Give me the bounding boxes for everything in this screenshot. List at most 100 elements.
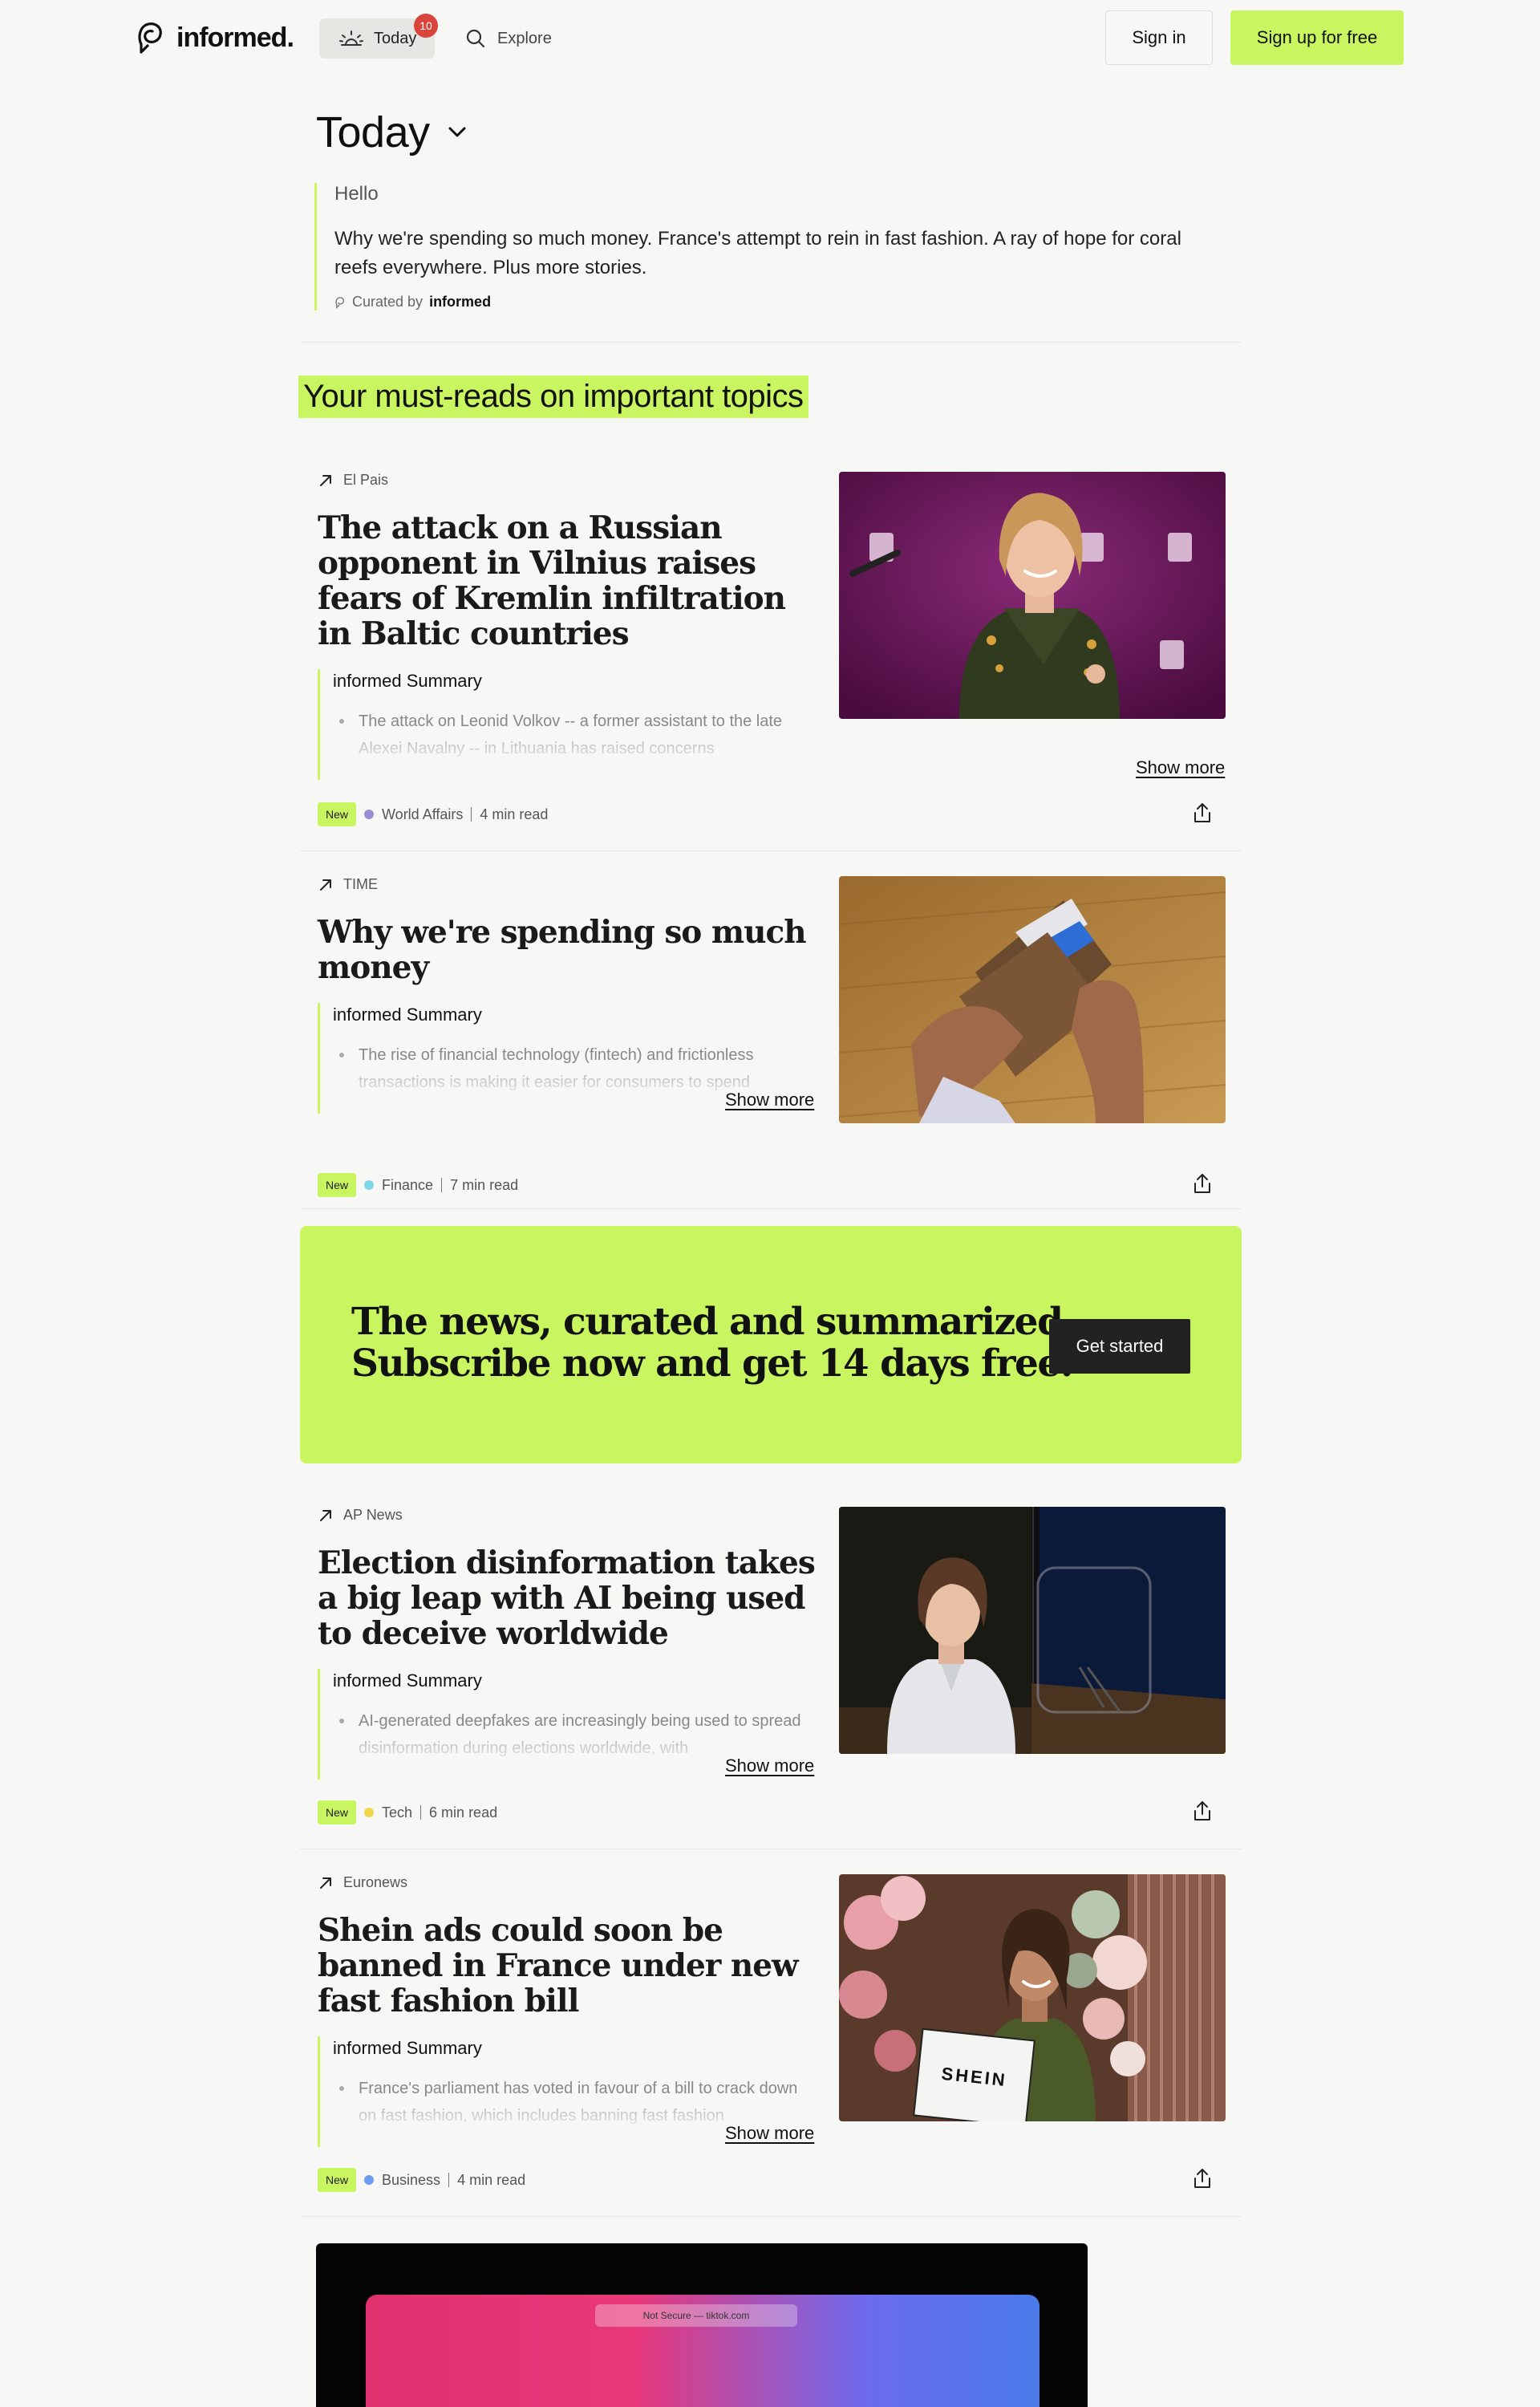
article-source[interactable]: El Pais: [318, 472, 388, 489]
nav-explore[interactable]: Explore: [465, 18, 552, 59]
meta-separator: [471, 807, 472, 822]
subscribe-banner: The news, curated and summarized. Subscr…: [300, 1226, 1242, 1463]
summary-title: informed Summary: [333, 1670, 482, 1691]
share-icon[interactable]: [1190, 801, 1214, 825]
logo-icon: [138, 22, 162, 54]
article-meta: New World Affairs 4 min read: [318, 802, 548, 826]
new-badge: New: [318, 1800, 357, 1825]
category-dot: [364, 1180, 375, 1190]
section-title: Your must-reads on important topics: [298, 375, 808, 418]
read-time: 6 min read: [429, 1804, 498, 1820]
new-badge: New: [318, 2168, 357, 2192]
summary-title: informed Summary: [333, 671, 482, 691]
greeting: Hello: [334, 183, 379, 205]
curated-prefix: Curated by: [352, 294, 424, 310]
subscribe-headline: The news, curated and summarized. Subscr…: [351, 1300, 1076, 1386]
divider: [300, 850, 1242, 851]
new-badge: New: [318, 802, 357, 826]
summary-text: The rise of financial technology (fintec…: [333, 1041, 815, 1096]
show-more-link[interactable]: Show more: [725, 2123, 814, 2144]
share-icon[interactable]: [1190, 1799, 1214, 1823]
article-headline[interactable]: Shein ads could soon be banned in France…: [318, 1913, 815, 2019]
top-nav: informed. Today 10 Explore Sign in Sign …: [0, 0, 1540, 75]
read-time: 4 min read: [480, 806, 549, 822]
address-bar: Not Secure — tiktok.com: [595, 2304, 797, 2327]
logo-text: informed.: [176, 22, 294, 53]
show-more-link[interactable]: Show more: [1136, 757, 1225, 778]
category-dot: [364, 810, 375, 819]
article-image[interactable]: [839, 472, 1226, 719]
sunrise-icon: [339, 30, 363, 46]
article-meta: New Finance 7 min read: [318, 1173, 518, 1197]
show-more-link[interactable]: Show more: [725, 1090, 814, 1110]
summary-text: The attack on Leonid Volkov -- a former …: [333, 708, 815, 762]
read-time: 4 min read: [457, 2171, 526, 2188]
logo-mini-icon: [335, 296, 344, 309]
get-started-button[interactable]: Get started: [1049, 1319, 1190, 1374]
curated-brand: informed: [429, 294, 492, 310]
subscribe-line-2: Subscribe now and get 14 days free.: [351, 1342, 1073, 1386]
divider: [300, 2216, 1242, 2217]
article-card[interactable]: AP News Election disinformation takes a …: [300, 1507, 1242, 1828]
read-time: 7 min read: [450, 1176, 519, 1193]
page-title[interactable]: Today: [316, 108, 467, 157]
article-card[interactable]: El Pais The attack on a Russian opponent…: [300, 472, 1242, 849]
sign-up-button[interactable]: Sign up for free: [1230, 10, 1404, 65]
article-card[interactable]: Euronews Shein ads could soon be banned …: [300, 1874, 1242, 2211]
notification-badge: 10: [414, 14, 438, 38]
category-dot: [364, 2175, 375, 2185]
daily-intro: Hello Why we're spending so much money. …: [314, 183, 1213, 311]
nav-explore-label: Explore: [497, 29, 552, 47]
search-icon: [466, 29, 485, 48]
show-more-link[interactable]: Show more: [725, 1756, 814, 1776]
divider: [300, 342, 1242, 343]
article-image[interactable]: Not Secure — tiktok.com: [316, 2243, 1088, 2407]
nav-today[interactable]: Today 10: [319, 14, 438, 59]
summary-title: informed Summary: [333, 2038, 482, 2058]
category-label[interactable]: World Affairs: [382, 806, 463, 823]
article-image[interactable]: [839, 1507, 1226, 1754]
subscribe-line-1: The news, curated and summarized.: [351, 1300, 1076, 1344]
intro-summary: Why we're spending so much money. France…: [334, 228, 1181, 278]
logo[interactable]: informed.: [135, 20, 294, 55]
summary-text: France's parliament has voted in favour …: [333, 2075, 815, 2129]
source-name: Euronews: [343, 1874, 408, 1890]
external-link-arrow-icon: [320, 474, 331, 486]
article-headline[interactable]: Why we're spending so much money: [318, 915, 815, 985]
article-headline[interactable]: The attack on a Russian opponent in Viln…: [318, 510, 815, 651]
external-link-arrow-icon: [320, 1509, 331, 1521]
article-image[interactable]: SHEIN: [839, 1874, 1226, 2121]
divider: [300, 1208, 1242, 1209]
summary-title: informed Summary: [333, 1005, 482, 1025]
article-headline[interactable]: Election disinformation takes a big leap…: [318, 1545, 816, 1651]
article-source[interactable]: TIME: [318, 876, 378, 893]
article-summary: informed Summary The attack on Leonid Vo…: [318, 669, 815, 780]
share-icon[interactable]: [1190, 2166, 1214, 2190]
article-source[interactable]: AP News: [318, 1507, 403, 1524]
source-name: El Pais: [343, 472, 389, 488]
screen-preview: Not Secure — tiktok.com: [366, 2295, 1040, 2407]
page-title-text: Today: [316, 108, 430, 156]
external-link-arrow-icon: [320, 879, 331, 891]
sign-in-button[interactable]: Sign in: [1105, 10, 1213, 65]
category-label[interactable]: Tech: [382, 1804, 412, 1821]
share-icon[interactable]: [1190, 1171, 1214, 1195]
new-badge: New: [318, 1173, 357, 1197]
category-label[interactable]: Business: [382, 2172, 440, 2189]
meta-separator: [448, 2173, 450, 2187]
article-image[interactable]: [839, 876, 1226, 1123]
article-meta: New Tech 6 min read: [318, 1800, 497, 1825]
summary-text: AI-generated deepfakes are increasingly …: [333, 1707, 815, 1762]
article-card[interactable]: TIME Why we're spending so much money in…: [300, 876, 1242, 1213]
source-name: TIME: [343, 876, 378, 892]
chevron-down-icon: [448, 127, 466, 137]
nav-today-label: Today: [374, 29, 417, 47]
meta-separator: [441, 1178, 443, 1192]
curated-by: Curated by informed: [334, 294, 1213, 311]
category-label[interactable]: Finance: [382, 1177, 433, 1194]
category-dot: [364, 1808, 375, 1817]
article-source[interactable]: Euronews: [318, 1874, 407, 1891]
meta-separator: [420, 1805, 422, 1820]
source-name: AP News: [343, 1507, 403, 1523]
article-meta: New Business 4 min read: [318, 2168, 525, 2192]
